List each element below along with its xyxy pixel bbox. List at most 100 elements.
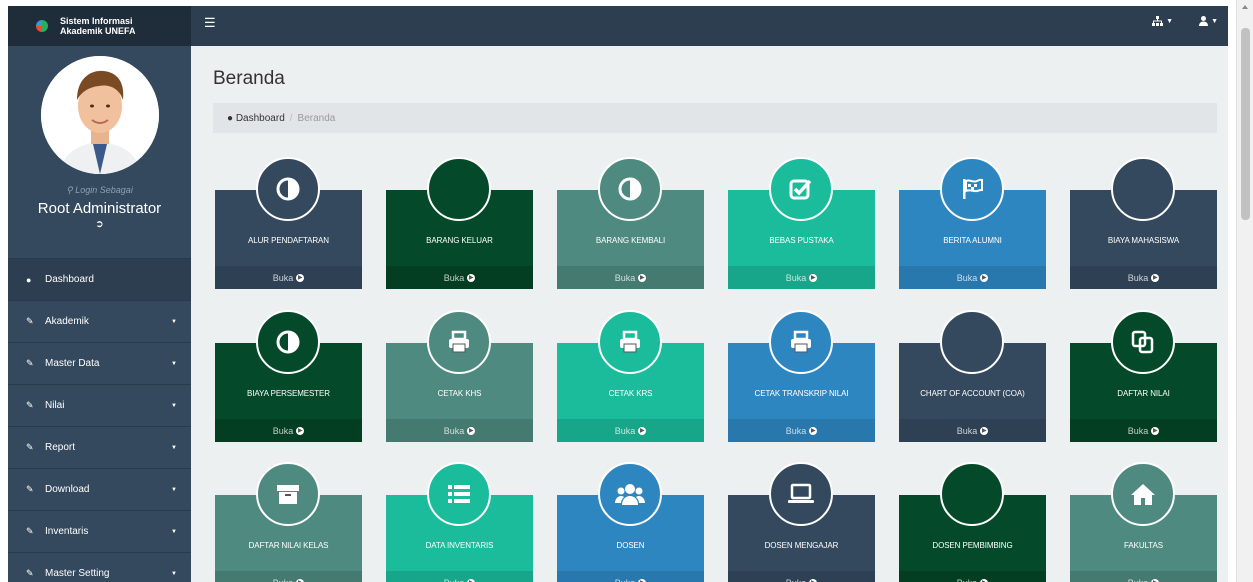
- arrow-circle-right-icon: ▶: [1151, 426, 1160, 435]
- tile-berita-alumni[interactable]: BERITA ALUMNI Buka ▶: [899, 157, 1046, 289]
- tile-open-button[interactable]: Buka▶: [1070, 266, 1217, 289]
- sidebar-item-inventaris[interactable]: ✎ Inventaris ▼: [8, 510, 191, 552]
- login-as-text: Login Sebagai: [75, 185, 133, 195]
- dashboard-icon: ●: [227, 112, 234, 124]
- tile-open-button[interactable]: Buka▶: [386, 266, 533, 289]
- tile-open-button[interactable]: Buka▶: [1070, 419, 1217, 442]
- sidebar-item-label: Download: [45, 484, 90, 495]
- hamburger-icon[interactable]: ☰: [204, 15, 216, 31]
- tile-open-button[interactable]: Buka▶: [557, 571, 704, 582]
- tile-data-inventaris[interactable]: DATA INVENTARIS Buka▶: [386, 462, 533, 582]
- tile-dosen-pembimbing[interactable]: DOSEN PEMBIMBING Buka▶: [899, 462, 1046, 582]
- tile-daftar-nilai-kelas[interactable]: DAFTAR NILAI KELAS Buka▶: [215, 462, 362, 582]
- tile-label: DATA INVENTARIS: [425, 541, 494, 550]
- brand-logo-icon: [36, 20, 48, 32]
- adjust-icon: [598, 157, 662, 221]
- user-dropdown[interactable]: ▼: [1199, 16, 1218, 26]
- tile-dosen[interactable]: DOSEN Buka▶: [557, 462, 704, 582]
- tile-open-button[interactable]: Buka▶: [215, 571, 362, 582]
- breadcrumb-home[interactable]: ● Dashboard: [227, 113, 285, 124]
- brand-text: Sistem Informasi Akademik UNEFA: [60, 16, 136, 36]
- sitemap-dropdown[interactable]: ▼: [1152, 16, 1173, 26]
- tile-open-label: Buka: [272, 425, 294, 436]
- tile-open-button[interactable]: Buka▶: [728, 419, 875, 442]
- sidebar-item-label: Akademik: [45, 316, 89, 327]
- tile-alur-pendaftaran[interactable]: ALUR PENDAFTARAN Buka ▶: [215, 157, 362, 289]
- tile-barang-keluar[interactable]: BARANG KELUAR Buka ▶: [386, 157, 533, 289]
- arrow-circle-right-icon: ▶: [809, 578, 818, 582]
- dashboard-icon: ●: [26, 274, 32, 285]
- tile-open-button[interactable]: Buka▶: [728, 571, 875, 582]
- arrow-circle-right-icon: ▶: [296, 578, 305, 582]
- tile-open-button[interactable]: Buka▶: [557, 266, 704, 289]
- tile-biaya-persemester[interactable]: BIAYA PERSEMESTER Buka ▶: [215, 310, 362, 442]
- tile-cetak-krs[interactable]: CETAK KRS Buka ▶: [557, 310, 704, 442]
- tile-label: BEBAS PUSTAKA: [769, 236, 834, 245]
- tile-biaya-mahasiswa[interactable]: BIAYA MAHASISWA Buka ▶: [1070, 157, 1217, 289]
- sidebar-item-dashboard[interactable]: ● Dashboard: [8, 258, 191, 300]
- main-content: Beranda ● Dashboard / Beranda ALUR PENDA…: [191, 46, 1228, 582]
- home-icon: [1111, 462, 1175, 526]
- chevron-down-icon: ▼: [171, 318, 177, 325]
- tile-barang-kembali[interactable]: BARANG KEMBALI Buka ▶: [557, 157, 704, 289]
- blank-icon: [940, 462, 1004, 526]
- tile-open-button[interactable]: Buka▶: [899, 419, 1046, 442]
- blank-icon: [940, 310, 1004, 374]
- sidebar-item-master-data[interactable]: ✎ Master Data ▼: [8, 342, 191, 384]
- breadcrumb-separator: /: [289, 112, 293, 124]
- user-icon: [1199, 16, 1209, 26]
- print-icon: [598, 310, 662, 374]
- brand[interactable]: Sistem Informasi Akademik UNEFA: [8, 6, 191, 46]
- print-icon: [427, 310, 491, 374]
- tile-label: DOSEN: [616, 541, 645, 550]
- tile-open-button[interactable]: Buka▶: [386, 419, 533, 442]
- arrow-circle-right-icon: ▶: [980, 426, 989, 435]
- sidebar-item-nilai[interactable]: ✎ Nilai ▼: [8, 384, 191, 426]
- archive-icon: [256, 462, 320, 526]
- tile-open-button[interactable]: Buka▶: [1070, 571, 1217, 582]
- sidebar-menu: ● Dashboard ✎ Akademik ▼ ✎ Master Data ▼ ✎ Nilai ▼…: [8, 258, 191, 582]
- tile-open-label: Buka: [443, 425, 465, 436]
- check-square-icon: [769, 157, 833, 221]
- tile-open-label: Buka: [444, 578, 465, 582]
- tile-open-button[interactable]: Buka▶: [728, 266, 875, 289]
- tile-open-button[interactable]: Buka▶: [557, 419, 704, 442]
- sidebar-item-download[interactable]: ✎ Download ▼: [8, 468, 191, 510]
- tile-daftar-nilai[interactable]: DAFTAR NILAI Buka ▶: [1070, 310, 1217, 442]
- scroll-up-arrow-icon[interactable]: [1242, 5, 1248, 9]
- tile-fakultas[interactable]: FAKULTAS Buka▶: [1070, 462, 1217, 582]
- tile-label: FAKULTAS: [1124, 541, 1163, 550]
- tile-open-button[interactable]: Buka▶: [386, 571, 533, 582]
- tile-open-label: Buka: [1127, 425, 1149, 436]
- arrow-circle-right-icon: ▶: [980, 273, 989, 282]
- chevron-down-icon: ▼: [1166, 17, 1174, 25]
- tile-open-label: Buka: [956, 272, 978, 283]
- sidebar: ⚲ Login Sebagai Root Administrator ➲ ● Da…: [8, 46, 191, 582]
- tile-open-button[interactable]: Buka▶: [899, 571, 1046, 582]
- tile-chart-of-account-coa[interactable]: CHART OF ACCOUNT (COA) Buka ▶: [899, 310, 1046, 442]
- tile-open-button[interactable]: Buka▶: [215, 419, 362, 442]
- tile-open-label: Buka: [957, 578, 978, 582]
- sidebar-item-report[interactable]: ✎ Report ▼: [8, 426, 191, 468]
- tile-open-label: Buka: [785, 272, 807, 283]
- logout-icon[interactable]: ➲: [95, 219, 103, 230]
- chevron-down-icon: ▼: [171, 528, 177, 535]
- chevron-down-icon: ▼: [171, 402, 177, 409]
- arrow-circle-right-icon: ▶: [980, 578, 989, 582]
- sidebar-item-master-setting[interactable]: ✎ Master Setting ▼: [8, 552, 191, 582]
- tile-cetak-transkrip-nilai[interactable]: CETAK TRANSKRIP NILAI Buka ▶: [728, 310, 875, 442]
- tile-bebas-pustaka[interactable]: BEBAS PUSTAKA Buka ▶: [728, 157, 875, 289]
- tile-dosen-mengajar[interactable]: DOSEN MENGAJAR Buka▶: [728, 462, 875, 582]
- blank-icon: [427, 157, 491, 221]
- tile-label: CETAK KRS: [608, 389, 653, 398]
- scrollbar-thumb[interactable]: [1241, 28, 1250, 220]
- arrow-circle-right-icon: ▶: [467, 426, 476, 435]
- tile-open-button[interactable]: Buka▶: [215, 266, 362, 289]
- arrow-circle-right-icon: ▶: [1151, 273, 1160, 282]
- tile-open-label: Buka: [273, 578, 294, 582]
- tile-open-label: Buka: [614, 425, 636, 436]
- tile-cetak-khs[interactable]: CETAK KHS Buka ▶: [386, 310, 533, 442]
- tile-open-button[interactable]: Buka▶: [899, 266, 1046, 289]
- sidebar-item-akademik[interactable]: ✎ Akademik ▼: [8, 300, 191, 342]
- scrollbar[interactable]: [1236, 0, 1253, 582]
